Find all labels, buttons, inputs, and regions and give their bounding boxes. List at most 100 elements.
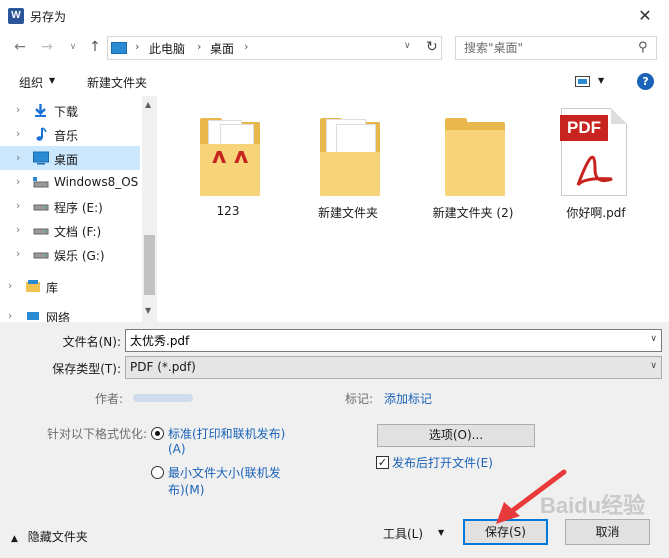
library-icon bbox=[25, 279, 40, 293]
breadcrumb-separator-icon[interactable]: › bbox=[244, 40, 248, 53]
drive-icon bbox=[33, 199, 49, 213]
sidebar-item-label: 文档 (F:) bbox=[54, 225, 102, 239]
chevron-right-icon[interactable]: › bbox=[16, 199, 20, 212]
refresh-icon[interactable]: ↻ bbox=[426, 39, 438, 55]
radio-minimum-label-line1[interactable]: 最小文件大小(联机发 bbox=[168, 464, 281, 481]
breadcrumb-separator-icon[interactable]: › bbox=[197, 40, 201, 53]
hide-folders-button[interactable]: ▲ 隐藏文件夹 bbox=[11, 528, 88, 545]
filename-field[interactable]: ∨ bbox=[125, 329, 662, 352]
author-value[interactable] bbox=[133, 394, 193, 402]
view-caret-icon[interactable]: ▼ bbox=[598, 76, 604, 85]
sidebar-item-entertainment-g[interactable]: › 娱乐 (G:) bbox=[0, 242, 140, 266]
chevron-down-icon[interactable]: ∨ bbox=[650, 334, 657, 344]
new-folder-button[interactable]: 新建文件夹 bbox=[87, 74, 147, 91]
pdf-file-item[interactable]: PDF 你好啊.pdf bbox=[541, 106, 651, 226]
sidebar-item-label: 网络 bbox=[46, 311, 71, 322]
file-name: 新建文件夹 bbox=[317, 206, 378, 220]
window-title: 另存为 bbox=[30, 10, 67, 24]
breadcrumb-separator-icon[interactable]: › bbox=[135, 40, 139, 53]
chevron-right-icon[interactable]: › bbox=[16, 175, 20, 188]
sidebar-item-label: 下载 bbox=[54, 105, 79, 119]
filetype-select[interactable]: PDF (*.pdf) ∨ bbox=[125, 356, 662, 379]
sidebar-item-programs-e[interactable]: › 程序 (E:) bbox=[0, 194, 140, 218]
sidebar-item-label: 库 bbox=[46, 281, 59, 295]
toolbar: 组织 ▼ 新建文件夹 ▼ ? bbox=[0, 66, 669, 96]
title-bar: W 另存为 ✕ bbox=[0, 0, 669, 32]
file-name: 新建文件夹 (2) bbox=[432, 206, 514, 220]
chevron-right-icon[interactable]: › bbox=[8, 279, 12, 292]
tools-button[interactable]: 工具(L) bbox=[383, 525, 423, 542]
organize-button[interactable]: 组织 bbox=[19, 74, 43, 91]
folder-item[interactable]: 新建文件夹 (2) bbox=[418, 106, 528, 226]
radio-standard-label-line1[interactable]: 标准(打印和联机发布) bbox=[168, 425, 285, 442]
view-options-icon[interactable] bbox=[575, 76, 590, 87]
chevron-right-icon[interactable]: › bbox=[16, 127, 20, 140]
scroll-thumb[interactable] bbox=[144, 235, 155, 295]
cancel-button[interactable]: 取消 bbox=[565, 519, 650, 545]
sidebar-item-network[interactable]: › 网络 bbox=[0, 304, 132, 322]
search-input[interactable] bbox=[456, 37, 634, 59]
author-label: 作者: bbox=[94, 392, 123, 406]
filetype-value: PDF (*.pdf) bbox=[130, 360, 196, 374]
hide-folders-label: 隐藏文件夹 bbox=[27, 530, 88, 544]
optimize-label: 针对以下格式优化: bbox=[47, 427, 148, 441]
file-name: 你好啊.pdf bbox=[566, 206, 626, 220]
options-button[interactable]: 选项(O)... bbox=[377, 424, 535, 447]
organize-caret-icon[interactable]: ▼ bbox=[49, 76, 55, 85]
tools-caret-icon[interactable]: ▼ bbox=[438, 528, 444, 537]
open-after-publish-checkbox[interactable]: ✓ bbox=[376, 456, 389, 469]
sidebar-item-library[interactable]: › 库 bbox=[0, 274, 132, 298]
word-app-icon: W bbox=[8, 8, 24, 24]
file-list: ᴧ ᴧ 123 新建文件夹 新建文件夹 (2) PDF 你好啊.pdf bbox=[160, 96, 669, 322]
recent-locations-icon[interactable]: ∨ bbox=[64, 38, 82, 56]
download-icon bbox=[33, 103, 48, 117]
add-tags-link[interactable]: 添加标记 bbox=[384, 390, 432, 407]
chevron-right-icon[interactable]: › bbox=[16, 103, 20, 116]
chevron-right-icon[interactable]: › bbox=[16, 151, 20, 164]
sidebar-item-label: 程序 (E:) bbox=[54, 201, 103, 215]
scroll-down-icon[interactable]: ▼ bbox=[145, 306, 151, 315]
radio-standard-label-line2[interactable]: (A) bbox=[168, 442, 186, 456]
back-arrow-icon[interactable]: ← bbox=[11, 38, 29, 56]
breadcrumb-this-pc[interactable]: 此电脑 bbox=[149, 40, 185, 57]
folder-item[interactable]: ᴧ ᴧ 123 bbox=[173, 106, 283, 226]
sidebar-item-downloads[interactable]: › 下载 bbox=[0, 98, 140, 122]
pdf-file-icon: PDF bbox=[560, 108, 627, 196]
breadcrumb-desktop[interactable]: 桌面 bbox=[210, 40, 234, 57]
scroll-up-icon[interactable]: ▲ bbox=[145, 100, 151, 109]
this-pc-icon bbox=[111, 42, 127, 54]
search-box[interactable]: ⚲ bbox=[455, 36, 657, 60]
radio-minimum-size[interactable] bbox=[151, 466, 164, 479]
sidebar-item-music[interactable]: › 音乐 bbox=[0, 122, 140, 146]
close-button[interactable]: ✕ bbox=[628, 3, 662, 29]
forward-arrow-icon[interactable]: → bbox=[38, 38, 56, 56]
drive-icon bbox=[33, 175, 49, 189]
drive-icon bbox=[33, 247, 49, 261]
chevron-right-icon[interactable]: › bbox=[16, 223, 20, 236]
folder-icon bbox=[320, 116, 380, 196]
chevron-down-icon[interactable]: ∨ bbox=[650, 361, 657, 371]
up-arrow-icon[interactable]: ↑ bbox=[86, 38, 104, 56]
address-bar[interactable]: › 此电脑 › 桌面 › ∨ ↻ bbox=[107, 36, 442, 60]
desktop-icon bbox=[33, 151, 49, 165]
chevron-right-icon[interactable]: › bbox=[16, 247, 20, 260]
network-icon bbox=[25, 309, 40, 322]
search-icon[interactable]: ⚲ bbox=[638, 40, 648, 55]
radio-minimum-label-line2[interactable]: 布)(M) bbox=[168, 481, 204, 498]
sidebar-item-desktop[interactable]: › 桌面 bbox=[0, 146, 140, 170]
filename-input[interactable] bbox=[126, 330, 661, 351]
sidebar-item-label: 娱乐 (G:) bbox=[54, 249, 105, 263]
address-dropdown-icon[interactable]: ∨ bbox=[404, 41, 411, 51]
radio-standard[interactable] bbox=[151, 427, 164, 440]
sidebar-item-windows8-os[interactable]: › Windows8_OS bbox=[0, 170, 140, 194]
chevron-right-icon[interactable]: › bbox=[8, 309, 12, 322]
filetype-label: 保存类型(T): bbox=[52, 362, 121, 376]
navigation-pane: › 下载 › 音乐 › 桌面 › Windows8_OS › 程序 (E:) › bbox=[0, 96, 157, 322]
help-icon[interactable]: ? bbox=[637, 73, 654, 90]
sidebar-item-documents-f[interactable]: › 文档 (F:) bbox=[0, 218, 140, 242]
folder-item[interactable]: 新建文件夹 bbox=[293, 106, 403, 226]
chevron-up-icon: ▲ bbox=[11, 534, 18, 544]
open-after-publish-label[interactable]: 发布后打开文件(E) bbox=[392, 454, 493, 471]
music-icon bbox=[33, 127, 48, 141]
sidebar-item-label: 桌面 bbox=[54, 153, 79, 167]
